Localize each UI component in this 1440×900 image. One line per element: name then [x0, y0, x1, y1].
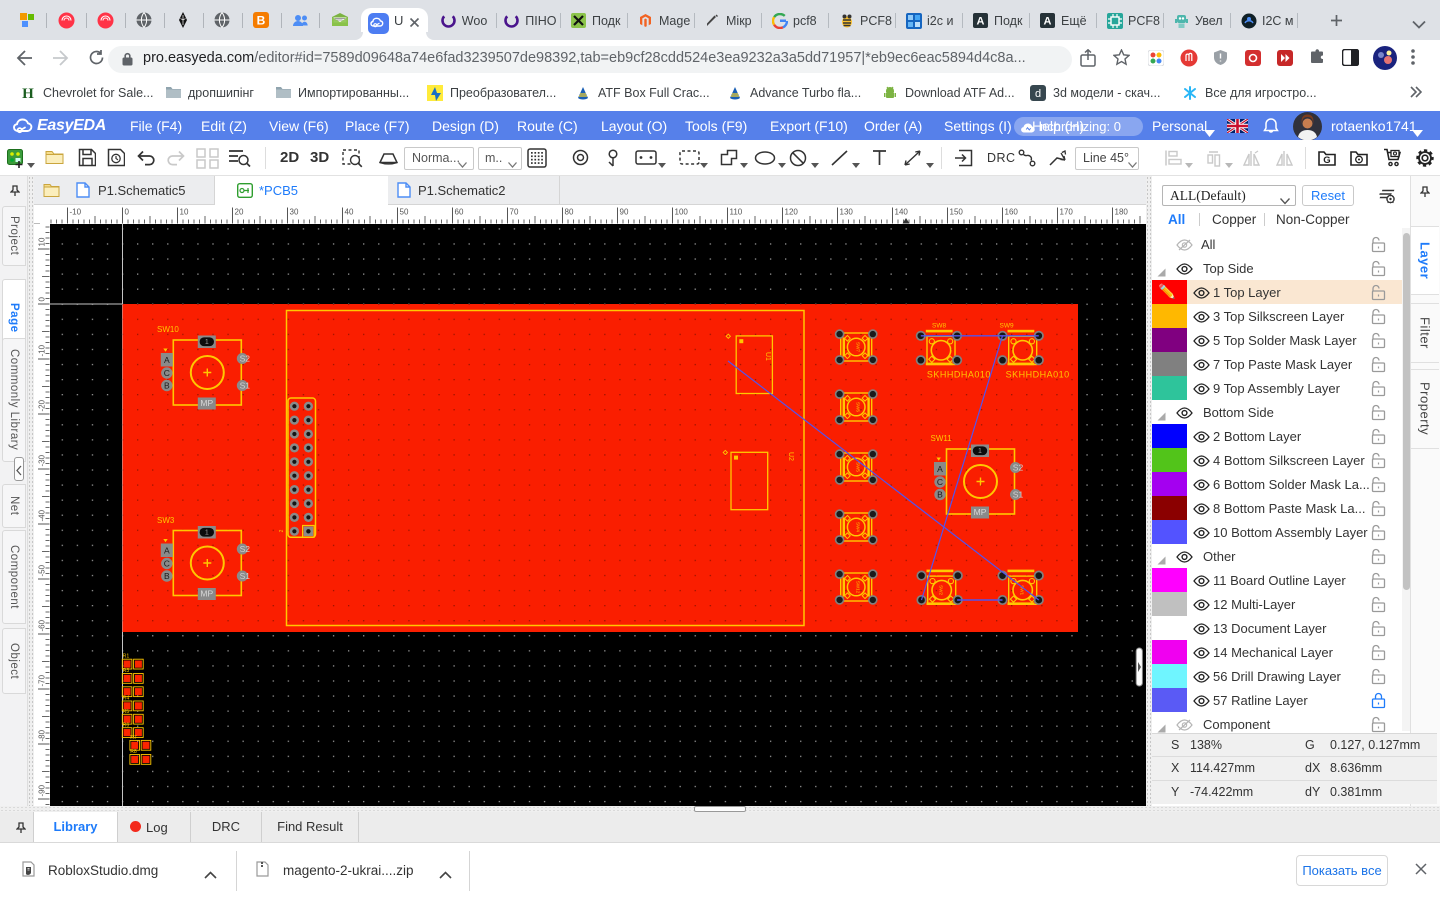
- svg-text:-50: -50: [38, 564, 47, 576]
- svg-text:100: 100: [675, 208, 689, 217]
- svg-text:B: B: [256, 14, 265, 28]
- svg-text:R7: R7: [130, 735, 137, 741]
- svg-text:S1: S1: [1013, 490, 1024, 500]
- svg-text:R5: R5: [123, 709, 130, 715]
- svg-text:180: 180: [1115, 208, 1129, 217]
- svg-text:SW3: SW3: [157, 516, 175, 525]
- svg-text:-40: -40: [38, 509, 47, 521]
- svg-text:90: 90: [620, 208, 629, 217]
- svg-text:0: 0: [38, 297, 47, 302]
- svg-text:SW7: SW7: [855, 342, 860, 352]
- svg-text:10: 10: [38, 237, 47, 246]
- svg-text:-90: -90: [38, 784, 47, 796]
- svg-text:MP: MP: [200, 589, 213, 599]
- svg-text:SKHHDHA010: SKHHDHA010: [1006, 370, 1070, 380]
- svg-text:120: 120: [785, 208, 799, 217]
- svg-text:S1: S1: [240, 571, 251, 581]
- svg-text:SW8: SW8: [932, 323, 946, 330]
- svg-text:150: 150: [950, 208, 964, 217]
- svg-text:MP: MP: [974, 507, 987, 517]
- svg-text:SW2: SW2: [939, 585, 944, 595]
- svg-text:-20: -20: [38, 399, 47, 411]
- svg-text:SW9: SW9: [1000, 323, 1014, 330]
- svg-text:-30: -30: [38, 454, 47, 466]
- svg-text:1: 1: [205, 339, 209, 346]
- svg-text:R3: R3: [123, 668, 130, 674]
- svg-text:70: 70: [510, 208, 519, 217]
- svg-text:1: 1: [978, 448, 982, 455]
- svg-text:SW4: SW4: [855, 522, 860, 532]
- svg-text:10: 10: [180, 208, 189, 217]
- svg-text:A: A: [164, 546, 170, 556]
- svg-text:H: H: [22, 86, 34, 101]
- svg-text:-70: -70: [38, 674, 47, 686]
- svg-text:U1: U1: [764, 352, 771, 361]
- svg-text:-10: -10: [38, 344, 47, 356]
- svg-text:140: 140: [895, 208, 909, 217]
- svg-text:2: 2: [279, 529, 285, 532]
- svg-text:20: 20: [235, 208, 244, 217]
- svg-text:R8: R8: [130, 749, 137, 755]
- svg-text:A: A: [977, 15, 985, 27]
- svg-text:R6: R6: [123, 723, 130, 729]
- svg-text:SW5: SW5: [855, 462, 860, 472]
- svg-text:170: 170: [1060, 208, 1074, 217]
- svg-text:C: C: [164, 368, 170, 378]
- svg-text:80: 80: [565, 208, 574, 217]
- svg-text:A: A: [937, 464, 943, 474]
- svg-text:0: 0: [125, 208, 130, 217]
- svg-text:160: 160: [1005, 208, 1019, 217]
- svg-text:R4: R4: [123, 696, 130, 702]
- svg-text:40: 40: [345, 208, 354, 217]
- svg-text:SW10: SW10: [157, 325, 179, 334]
- svg-text:C: C: [164, 559, 170, 569]
- svg-text:C: C: [937, 477, 943, 487]
- svg-text:U2: U2: [787, 452, 794, 461]
- svg-text:S2: S2: [240, 354, 251, 364]
- svg-text:SW12: SW12: [855, 581, 860, 594]
- svg-text:SKHHDHA010: SKHHDHA010: [927, 370, 991, 380]
- svg-text:30: 30: [290, 208, 299, 217]
- svg-text:A: A: [164, 355, 170, 365]
- svg-text:B: B: [164, 571, 170, 581]
- svg-text:110: 110: [730, 208, 743, 217]
- svg-text:S2: S2: [240, 544, 251, 554]
- svg-text:1: 1: [205, 530, 209, 537]
- svg-text:B: B: [164, 381, 170, 391]
- svg-text:d: d: [1035, 88, 1041, 100]
- svg-text:SW11: SW11: [931, 434, 953, 443]
- svg-text:-10: -10: [70, 208, 82, 217]
- svg-text:B: B: [937, 490, 943, 500]
- svg-text:S1: S1: [240, 381, 251, 391]
- svg-text:50: 50: [400, 208, 409, 217]
- svg-text:60: 60: [455, 208, 464, 217]
- svg-text:R1: R1: [123, 654, 130, 660]
- svg-text:G: G: [1323, 155, 1330, 166]
- svg-text:S2: S2: [1013, 463, 1024, 473]
- svg-text:SW6: SW6: [855, 402, 860, 412]
- svg-text:MP: MP: [200, 398, 213, 408]
- svg-text:A: A: [1044, 15, 1052, 27]
- svg-text:-80: -80: [38, 729, 47, 741]
- svg-text:-60: -60: [38, 619, 47, 631]
- svg-text:130: 130: [840, 208, 854, 217]
